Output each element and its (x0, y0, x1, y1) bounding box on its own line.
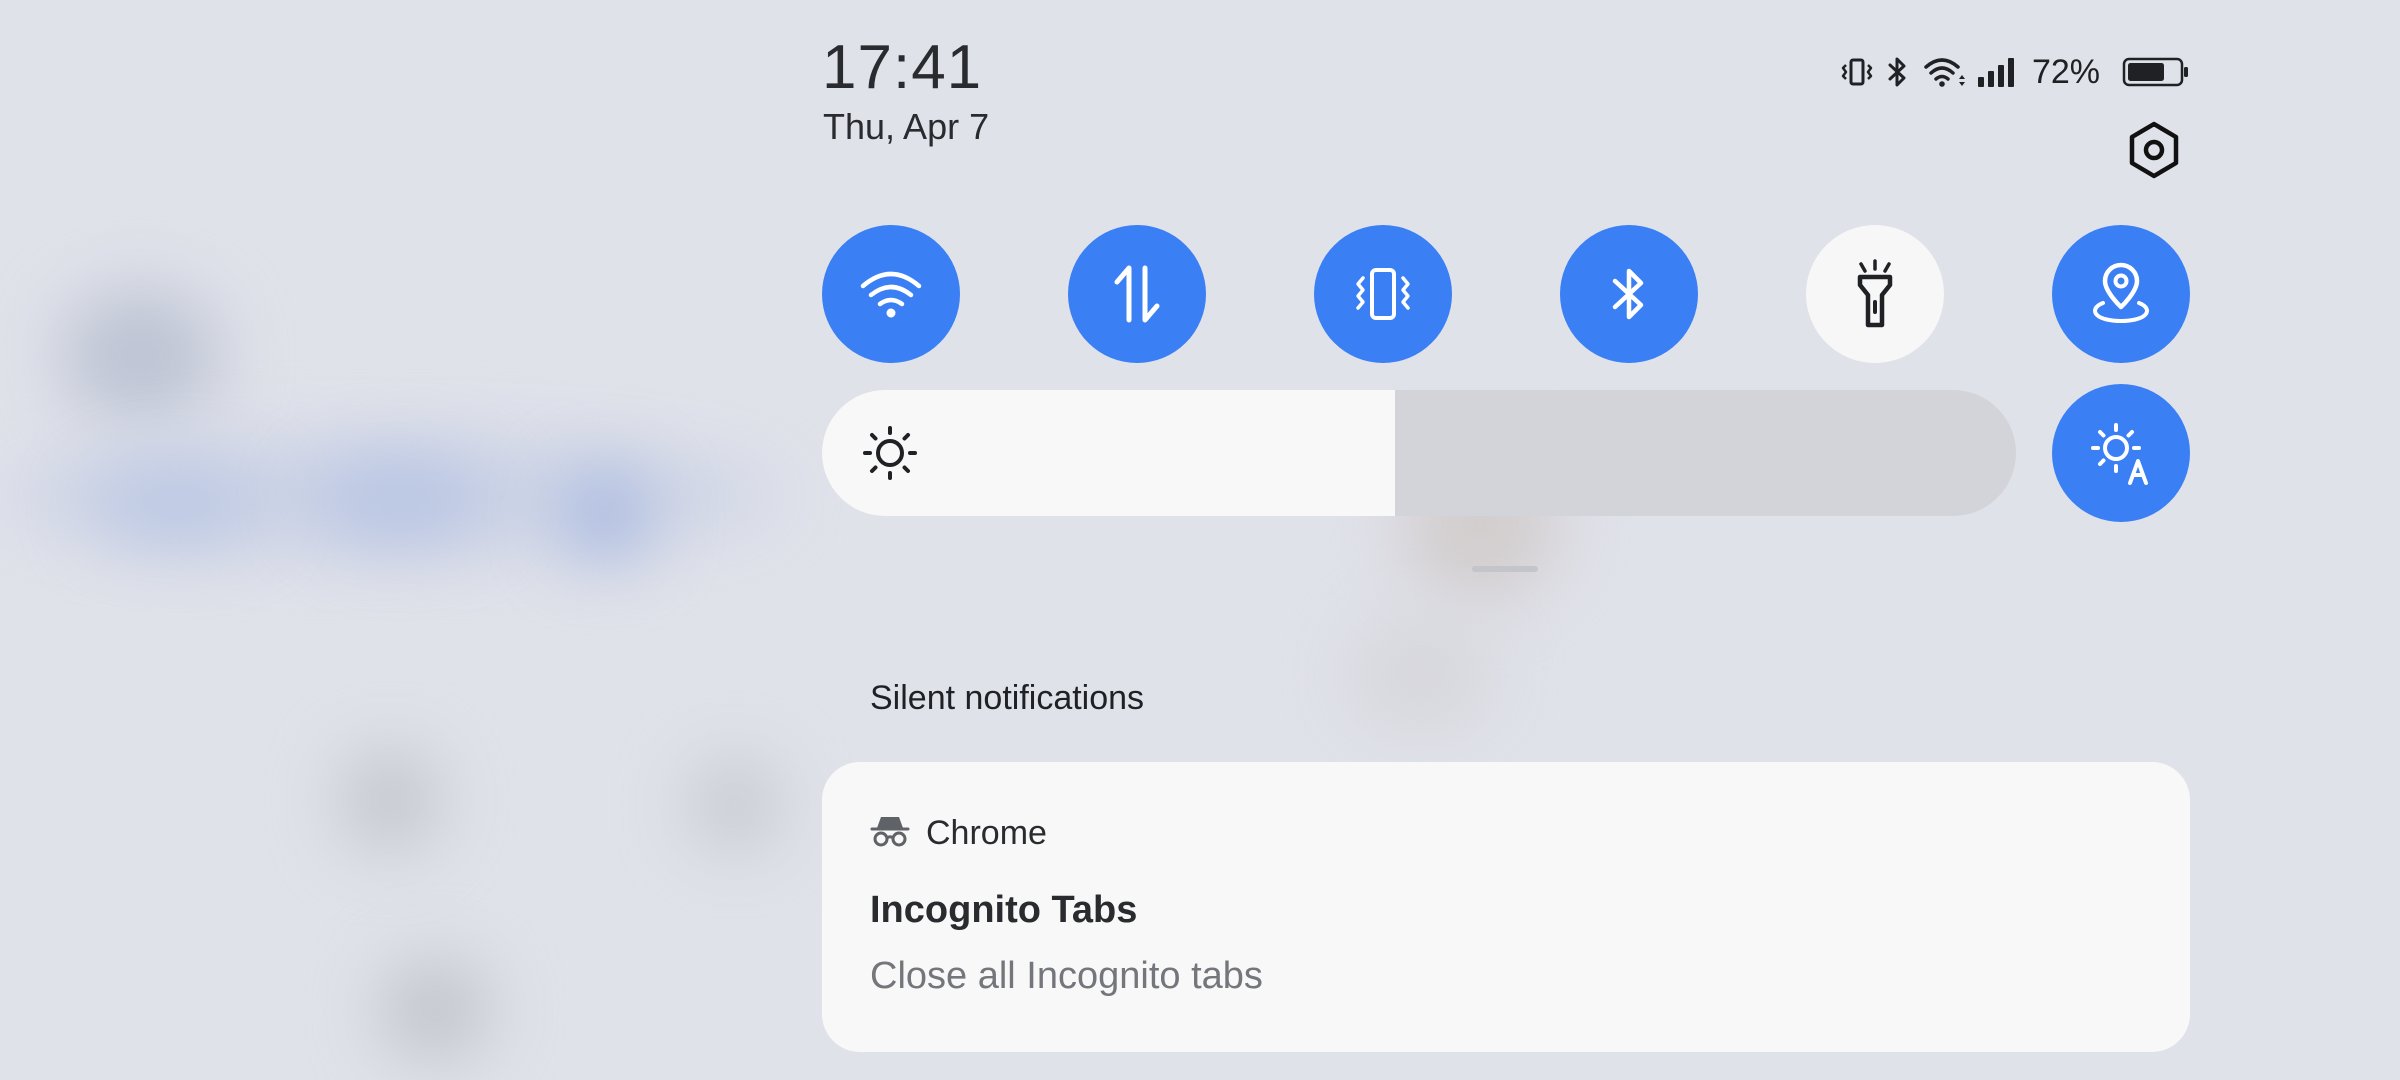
flashlight-icon (1847, 258, 1903, 330)
auto-brightness-icon (2088, 420, 2154, 486)
date[interactable]: Thu, Apr 7 (823, 105, 989, 149)
clock[interactable]: 17:41 (822, 33, 982, 103)
vibrate-toggle[interactable] (1314, 225, 1452, 363)
blur-shape (0, 440, 780, 550)
flashlight-toggle[interactable] (1806, 225, 1944, 363)
blur-shape (560, 470, 650, 560)
location-toggle[interactable] (2052, 225, 2190, 363)
vibrate-icon (1840, 55, 1874, 89)
mobile-data-toggle[interactable] (1068, 225, 1206, 363)
bluetooth-icon (1884, 55, 1912, 89)
blur-shape (380, 960, 490, 1060)
section-title: Silent notifications (870, 679, 1145, 717)
blur-shape (340, 750, 440, 850)
brightness-icon (862, 425, 918, 481)
vibrate-icon (1351, 262, 1415, 326)
settings-button[interactable] (2122, 120, 2186, 184)
notification-title: Incognito Tabs (870, 889, 1138, 931)
drag-handle[interactable] (1472, 566, 1538, 572)
brightness-slider[interactable] (822, 390, 2016, 516)
bluetooth-toggle[interactable] (1560, 225, 1698, 363)
blur-shape (310, 460, 490, 540)
gear-icon (2125, 121, 2183, 184)
status-bar: 72% (1840, 50, 2190, 94)
notification-shade: 17:41 Thu, Apr 7 72% Silent notification… (822, 0, 2190, 1080)
blur-shape (60, 290, 220, 420)
notification-app-header: Chrome (870, 810, 1047, 855)
blur-shape (90, 470, 260, 540)
data-arrows-icon (1107, 262, 1167, 326)
bluetooth-icon (1605, 264, 1653, 324)
wifi-icon (858, 266, 924, 322)
battery-percentage: 72% (2031, 53, 2100, 91)
location-icon (2089, 261, 2153, 327)
signal-icon (1976, 55, 2020, 89)
wifi-icon (1922, 55, 1966, 89)
battery-icon (2122, 55, 2190, 89)
notification-app-name: Chrome (926, 813, 1047, 852)
blur-shape (690, 760, 780, 850)
notification-text: Close all Incognito tabs (870, 955, 1263, 997)
notification-card[interactable]: Chrome Incognito Tabs Close all Incognit… (822, 762, 2190, 1052)
auto-brightness-toggle[interactable] (2052, 384, 2190, 522)
incognito-icon (870, 810, 910, 855)
wifi-toggle[interactable] (822, 225, 960, 363)
